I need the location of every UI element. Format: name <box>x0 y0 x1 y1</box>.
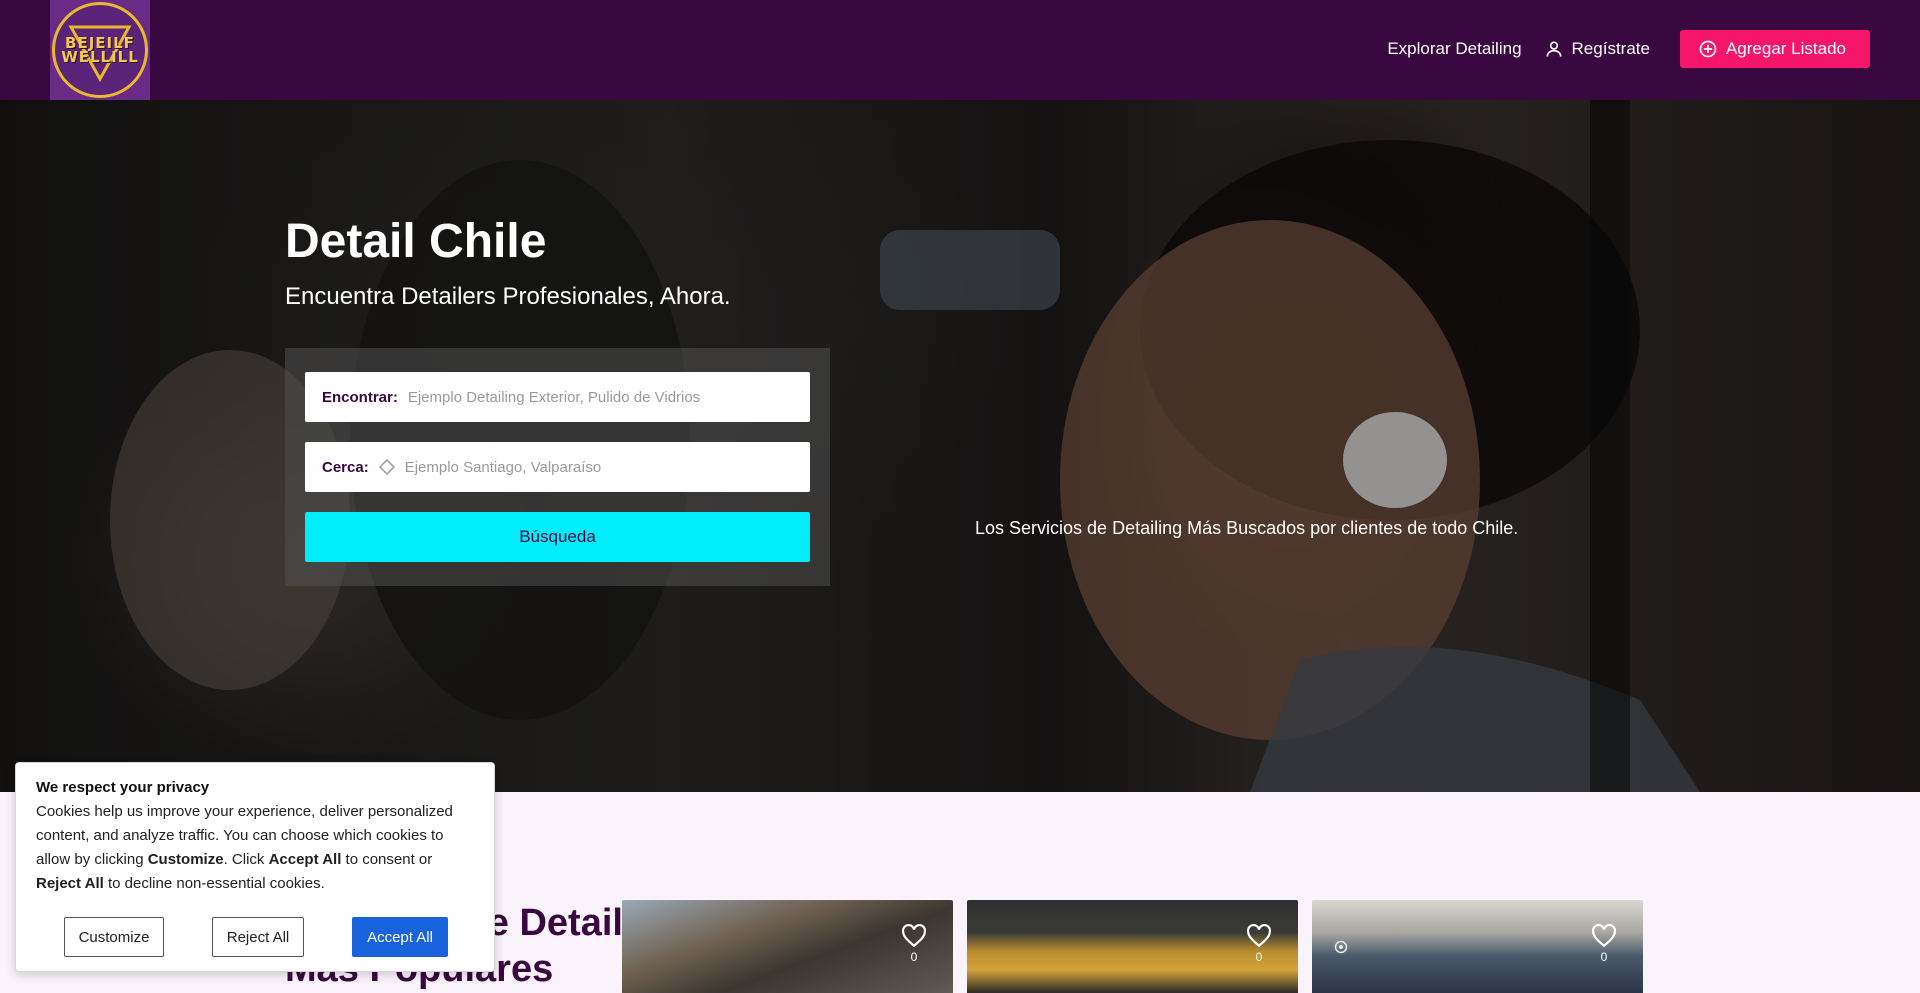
camera-icon <box>1334 940 1348 954</box>
hero-subtitle: Encuentra Detailers Profesionales, Ahora… <box>285 283 731 310</box>
favorite-count: 0 <box>1255 950 1263 964</box>
plus-circle-icon <box>1699 40 1717 58</box>
listing-card[interactable]: 0 <box>622 900 953 993</box>
favorite-toggle[interactable]: 0 <box>1591 924 1617 964</box>
location-target-icon[interactable] <box>378 459 395 475</box>
site-header: BEJEILF WELLILL Explorar Detailing Regís… <box>0 0 1920 100</box>
listing-card[interactable]: 0 <box>1312 900 1643 993</box>
heart-icon <box>1592 924 1616 948</box>
cookie-customize-button[interactable]: Customize <box>64 917 164 957</box>
nav-explore-link[interactable]: Explorar Detailing <box>1387 39 1521 59</box>
near-input[interactable] <box>404 458 810 476</box>
find-label: Encontrar: <box>322 388 398 406</box>
near-label: Cerca: <box>322 458 369 476</box>
heart-icon <box>902 924 926 948</box>
nav-register-label: Regístrate <box>1571 39 1650 58</box>
add-listing-button[interactable]: Agregar Listado <box>1679 30 1870 68</box>
search-button[interactable]: Búsqueda <box>305 512 810 562</box>
hero-title: Detail Chile <box>285 215 547 268</box>
find-input[interactable] <box>407 388 810 406</box>
cookie-accept-button[interactable]: Accept All <box>352 917 448 957</box>
cookie-consent-banner: We respect your privacy Cookies help us … <box>15 762 495 972</box>
main-nav: Explorar Detailing Regístrate Agregar Li… <box>1387 30 1870 68</box>
cookie-title: We respect your privacy <box>36 779 210 796</box>
listing-cards: 0 0 0 <box>622 900 1657 993</box>
cookie-actions: Customize Reject All Accept All <box>64 917 448 957</box>
search-panel: Encontrar: Cerca: Búsqueda <box>285 348 830 586</box>
cookie-reject-button[interactable]: Reject All <box>212 917 304 957</box>
cookie-text: Cookies help us improve your experience,… <box>36 803 453 892</box>
favorite-count: 0 <box>910 950 918 964</box>
logo-wordmark: BEJEILF WELLILL <box>61 34 139 66</box>
user-icon <box>1546 41 1562 57</box>
heart-icon <box>1247 924 1271 948</box>
nav-register-link[interactable]: Regístrate <box>1544 39 1650 59</box>
logo-badge: BEJEILF WELLILL <box>52 2 148 98</box>
favorite-toggle[interactable]: 0 <box>1246 924 1272 964</box>
listing-card[interactable]: 0 <box>967 900 1298 993</box>
hero-tagline: Los Servicios de Detailing Más Buscados … <box>975 518 1519 538</box>
favorite-count: 0 <box>1600 950 1608 964</box>
hero-banner: Detail Chile Encuentra Detailers Profesi… <box>0 100 1920 792</box>
logo[interactable]: BEJEILF WELLILL <box>50 0 150 100</box>
add-listing-label: Agregar Listado <box>1725 39 1846 58</box>
favorite-toggle[interactable]: 0 <box>901 924 927 964</box>
find-field: Encontrar: <box>305 372 810 422</box>
near-field: Cerca: <box>305 442 810 492</box>
